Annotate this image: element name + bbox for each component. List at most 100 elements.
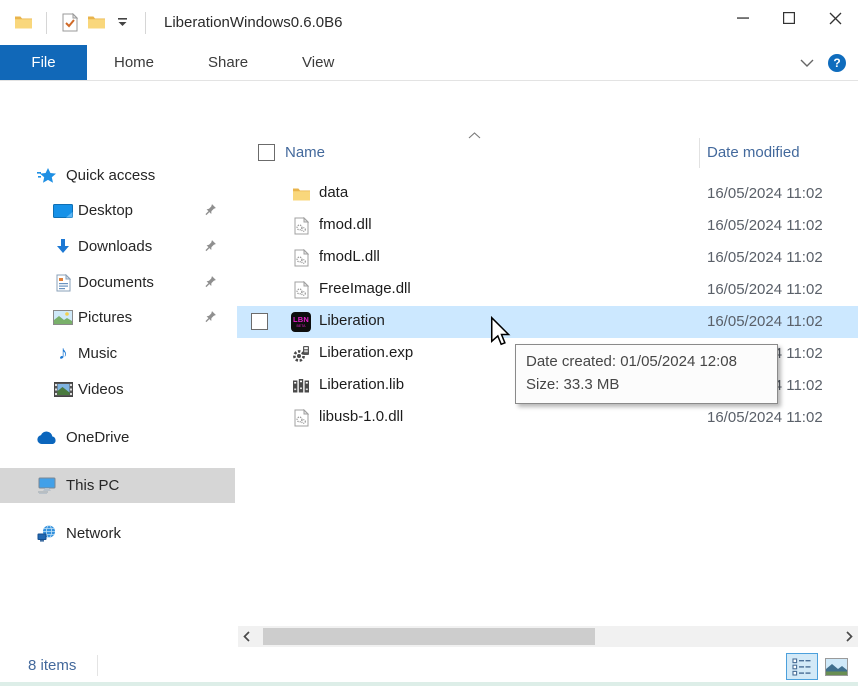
pin-icon	[204, 203, 217, 216]
file-row-freeimage-dll[interactable]: FreeImage.dll 16/05/2024 11:02	[237, 274, 858, 306]
customize-qat-caret-icon[interactable]	[109, 10, 135, 36]
items-count: 8 items	[28, 657, 76, 674]
qat-separator	[46, 12, 47, 34]
file-date-modified: 16/05/2024 11:02	[707, 217, 823, 234]
file-row-data[interactable]: data 16/05/2024 11:02	[237, 178, 858, 210]
sidebar-item-label: Quick access	[66, 167, 155, 184]
file-name: fmodL.dll	[319, 248, 380, 265]
tab-share[interactable]: Share	[181, 45, 275, 80]
select-all-checkbox[interactable]	[258, 144, 275, 161]
pin-icon	[204, 275, 217, 288]
column-header-date-modified[interactable]: Date modified	[707, 144, 800, 161]
file-name: Liberation.lib	[319, 376, 404, 393]
qat-separator	[145, 12, 146, 34]
horizontal-scrollbar[interactable]	[238, 626, 858, 647]
file-row-fmodL-dll[interactable]: fmodL.dll 16/05/2024 11:02	[237, 242, 858, 274]
file-date-modified: 16/05/2024 11:02	[707, 313, 823, 330]
column-divider[interactable]	[699, 138, 700, 168]
liberation-app-icon: LBN BETA	[291, 312, 311, 332]
file-row-libusb-dll[interactable]: libusb-1.0.dll 16/05/2024 11:02	[237, 402, 858, 434]
sidebar-item-label: Pictures	[78, 309, 132, 326]
thumbnail-view-icon	[825, 658, 848, 676]
navigation-pane: Quick access Desktop Downloads Documents	[0, 128, 237, 650]
close-button[interactable]	[812, 0, 858, 36]
expand-ribbon-chevron-icon[interactable]	[800, 59, 814, 67]
sidebar-item-label: Videos	[78, 381, 124, 398]
file-row-liberation-selected[interactable]: LBN BETA Liberation 16/05/2024 11:02	[237, 306, 858, 338]
pin-icon	[204, 239, 217, 252]
sidebar-item-network[interactable]: Network	[0, 516, 235, 551]
documents-icon	[52, 272, 74, 294]
file-date-modified: 16/05/2024 11:02	[707, 185, 823, 202]
lib-file-icon	[291, 376, 311, 396]
large-icons-view-button[interactable]	[823, 656, 850, 677]
column-header-name[interactable]: Name	[285, 144, 325, 161]
tab-home[interactable]: Home	[87, 45, 181, 80]
network-globe-icon	[36, 523, 58, 545]
dll-file-icon	[291, 248, 311, 268]
sidebar-item-documents[interactable]: Documents	[0, 265, 235, 300]
status-divider	[97, 655, 98, 676]
title-bar: LiberationWindows0.6.0B6	[0, 0, 858, 45]
videos-icon	[52, 379, 74, 401]
tab-file[interactable]: File	[0, 45, 87, 80]
desktop-icon	[52, 200, 74, 222]
file-name: data	[319, 184, 348, 201]
scrollbar-thumb[interactable]	[263, 628, 595, 645]
sidebar-item-music[interactable]: ♪ Music	[0, 336, 235, 371]
sidebar-item-label: Desktop	[78, 202, 133, 219]
minimize-button[interactable]	[720, 0, 766, 36]
window-bottom-edge	[0, 682, 858, 686]
window-title: LiberationWindows0.6.0B6	[164, 14, 342, 31]
scroll-left-arrow-icon[interactable]	[238, 626, 255, 647]
sidebar-item-videos[interactable]: Videos	[0, 372, 235, 407]
file-info-tooltip: Date created: 01/05/2024 12:08 Size: 33.…	[515, 344, 778, 404]
this-pc-monitor-icon	[36, 475, 58, 497]
file-date-modified: 16/05/2024 11:02	[707, 249, 823, 266]
sidebar-item-label: Music	[78, 345, 117, 362]
file-name: Liberation.exp	[319, 344, 413, 361]
new-folder-icon[interactable]	[83, 10, 109, 36]
help-icon[interactable]: ?	[828, 54, 846, 72]
sidebar-item-label: OneDrive	[66, 429, 129, 446]
sort-ascending-chevron-icon[interactable]	[468, 132, 481, 139]
file-row-fmod-dll[interactable]: fmod.dll 16/05/2024 11:02	[237, 210, 858, 242]
details-view-button[interactable]	[786, 653, 818, 680]
mouse-cursor	[490, 316, 512, 348]
exp-file-icon	[291, 344, 311, 364]
scroll-right-arrow-icon[interactable]	[841, 626, 858, 647]
file-date-modified: 16/05/2024 11:02	[707, 409, 823, 426]
pictures-icon	[52, 307, 74, 329]
folder-icon	[291, 184, 311, 204]
file-date-modified: 16/05/2024 11:02	[707, 281, 823, 298]
row-checkbox[interactable]	[251, 313, 268, 330]
file-name: FreeImage.dll	[319, 280, 411, 297]
tab-view[interactable]: View	[275, 45, 361, 80]
sidebar-item-this-pc[interactable]: This PC	[0, 468, 235, 503]
scrollbar-track[interactable]	[255, 626, 841, 647]
explorer-folder-icon[interactable]	[10, 10, 36, 36]
properties-check-icon[interactable]	[57, 10, 83, 36]
dll-file-icon	[291, 408, 311, 428]
sidebar-item-quick-access[interactable]: Quick access	[0, 158, 235, 193]
onedrive-cloud-icon	[36, 427, 58, 449]
file-name: fmod.dll	[319, 216, 372, 233]
sidebar-item-label: Documents	[78, 274, 154, 291]
ribbon-tabs: File Home Share View ?	[0, 45, 858, 81]
sidebar-item-downloads[interactable]: Downloads	[0, 229, 235, 264]
details-view-icon	[792, 658, 812, 676]
column-headers: Name Date modified	[237, 138, 858, 170]
dll-file-icon	[291, 216, 311, 236]
sidebar-item-onedrive[interactable]: OneDrive	[0, 420, 235, 455]
tooltip-date-created: Date created: 01/05/2024 12:08	[526, 350, 767, 373]
sidebar-item-label: This PC	[66, 477, 119, 494]
window-controls	[720, 0, 858, 36]
music-note-icon: ♪	[52, 343, 74, 365]
sidebar-item-pictures[interactable]: Pictures	[0, 300, 235, 335]
sidebar-item-label: Network	[66, 525, 121, 542]
sidebar-item-desktop[interactable]: Desktop	[0, 193, 235, 228]
quick-access-star-icon	[36, 165, 58, 187]
file-name: Liberation	[319, 312, 385, 329]
maximize-button[interactable]	[766, 0, 812, 36]
quick-access-toolbar	[0, 10, 156, 36]
